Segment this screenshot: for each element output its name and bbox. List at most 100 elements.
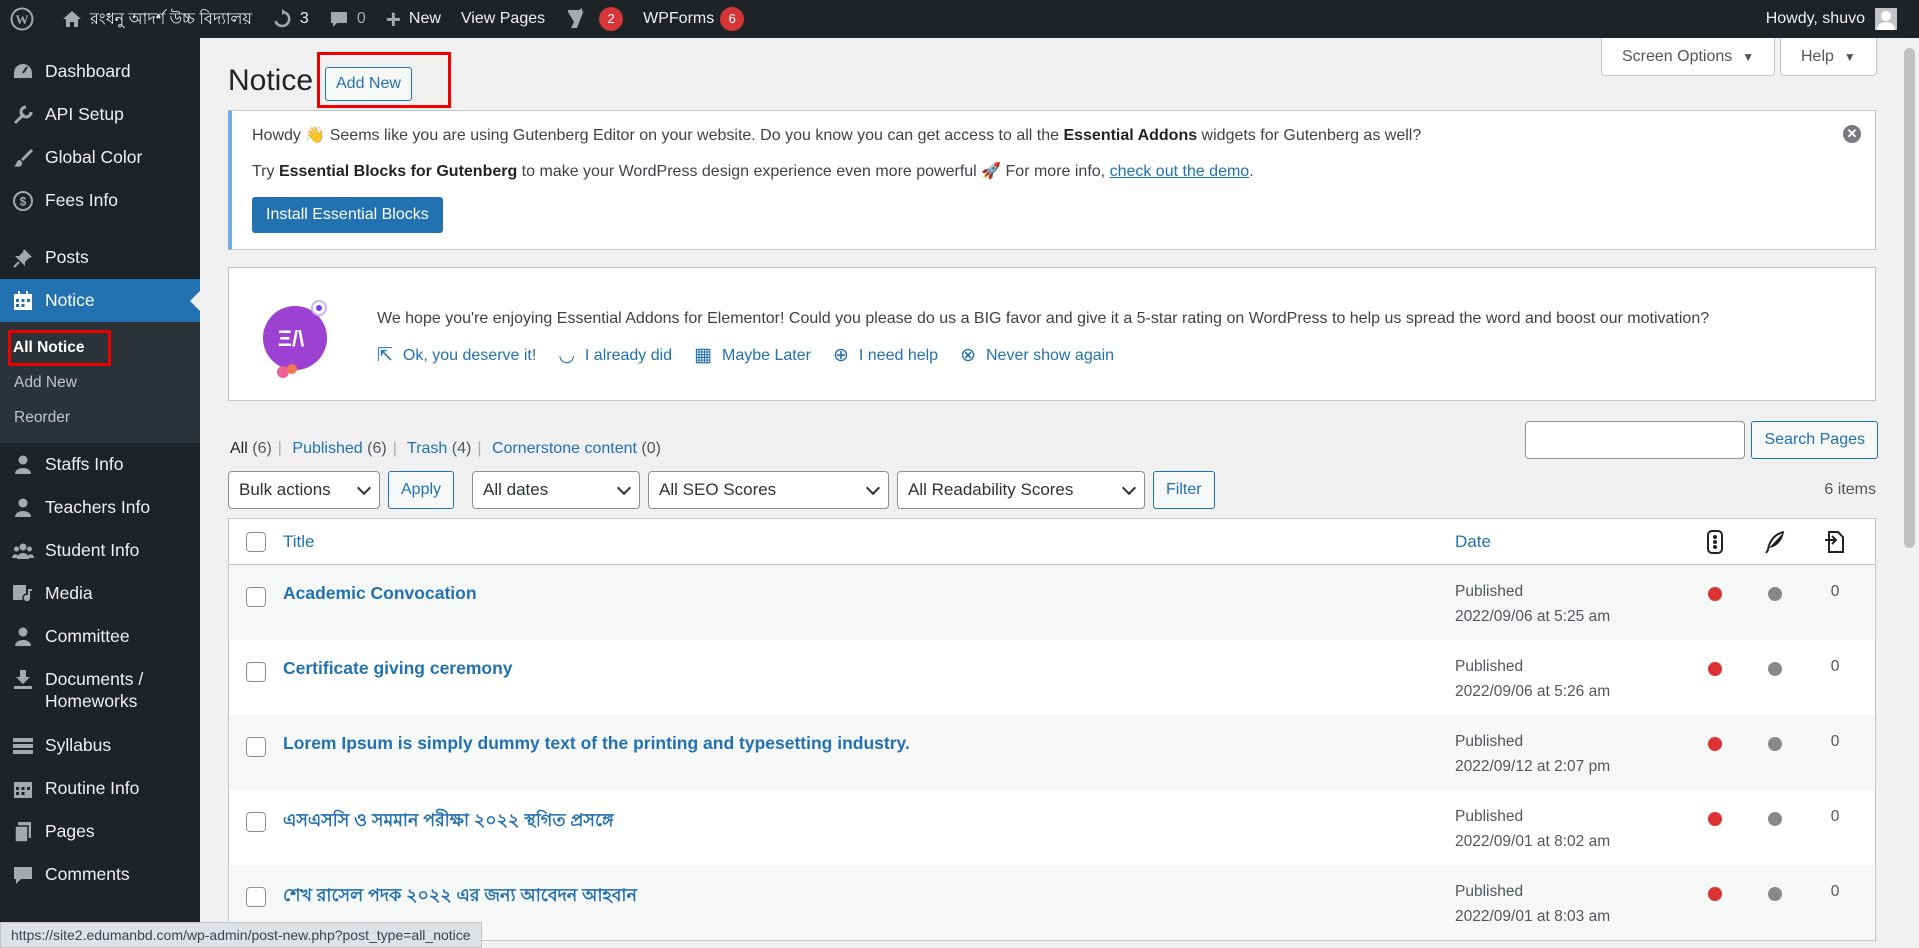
view-cornerstone[interactable]: Cornerstone content (0) (492, 440, 661, 457)
row-checkbox[interactable] (246, 587, 266, 607)
pin-icon (12, 247, 34, 269)
dismiss-icon[interactable]: ✕ (1843, 125, 1861, 143)
scrollbar-thumb[interactable] (1904, 48, 1915, 548)
updates-link[interactable]: 3 (262, 0, 319, 38)
install-essential-blocks-button[interactable]: Install Essential Blocks (252, 197, 443, 233)
row-checkbox[interactable] (246, 662, 266, 682)
search-pages-button[interactable]: Search Pages (1751, 421, 1878, 459)
search-input[interactable] (1525, 421, 1746, 459)
screen-options-button[interactable]: Screen Options ▼ (1601, 38, 1776, 76)
site-name-link[interactable]: রংধনু আদর্শ উচ্চ বিদ্যালয় (52, 0, 262, 38)
seo-scores-select[interactable]: All SEO Scores (648, 471, 890, 509)
wordpress-logo-menu[interactable]: W (0, 0, 52, 38)
post-title-link[interactable]: Certificate giving ceremony (283, 658, 513, 678)
comments-link[interactable]: 0 (319, 0, 376, 38)
bulk-actions-select[interactable]: Bulk actions (228, 471, 380, 509)
readability-column-header[interactable] (1745, 530, 1805, 554)
view-published[interactable]: Published (6) (292, 440, 386, 457)
need-help-link[interactable]: ⊕ I need help (833, 344, 938, 367)
menu-item-student-info[interactable]: Student Info (0, 529, 200, 572)
page-scrollbar[interactable] (1900, 38, 1919, 948)
post-date: 2022/09/01 at 8:02 am (1455, 833, 1611, 850)
menu-label: Teachers Info (45, 497, 151, 517)
help-tab[interactable]: Help ▼ (1780, 38, 1877, 76)
home-icon (62, 9, 82, 29)
posts-table: Title Date Academic Convocation Publishe… (228, 518, 1876, 941)
never-show-link[interactable]: ⊗ Never show again (960, 344, 1114, 367)
menu-item-routine-info[interactable]: Routine Info (0, 767, 200, 810)
maybe-later-link[interactable]: ▦ Maybe Later (694, 344, 811, 367)
menu-item-dashboard[interactable]: Dashboard (0, 50, 200, 93)
menu-item-syllabus[interactable]: Syllabus (0, 724, 200, 767)
links-count: 0 (1830, 583, 1840, 600)
ok-deserve-link[interactable]: ⇱ Ok, you deserve it! (377, 344, 536, 367)
row-checkbox[interactable] (246, 737, 266, 757)
wpforms-menu[interactable]: WPForms 6 (633, 0, 754, 38)
title-column-header[interactable]: Title (283, 532, 315, 551)
dates-filter-select[interactable]: All dates (472, 471, 641, 509)
menu-label: Routine Info (45, 778, 140, 798)
seo-score-column-header[interactable] (1685, 529, 1745, 554)
menu-item-teachers-info[interactable]: Teachers Info (0, 486, 200, 529)
submenu-add-new[interactable]: Add New (0, 365, 200, 400)
menu-label: Posts (45, 247, 89, 267)
post-status: Published (1455, 733, 1524, 750)
table-header: Title Date (229, 519, 1875, 565)
view-pages-link[interactable]: View Pages (451, 0, 555, 38)
new-content-link[interactable]: + New (376, 0, 451, 38)
tools-icon (12, 104, 34, 126)
view-label: All (230, 440, 248, 457)
check-demo-link[interactable]: check out the demo (1110, 163, 1250, 180)
menu-item-notice[interactable]: Notice (0, 279, 200, 322)
filter-button[interactable]: Filter (1153, 471, 1215, 509)
post-title-link[interactable]: Lorem Ipsum is simply dummy text of the … (283, 733, 910, 753)
apply-button[interactable]: Apply (388, 471, 455, 509)
post-title-link[interactable]: শেখ রাসেল পদক ২০২২ এর জন্য আবেদন আহবান (283, 885, 637, 905)
wpforms-label: WPForms (643, 10, 715, 27)
notice-text: Howdy 👋 Seems like you are using Gutenbe… (252, 127, 1064, 144)
add-new-button[interactable]: Add New (325, 67, 412, 101)
view-pages-label: View Pages (460, 10, 546, 27)
post-title-link[interactable]: এসএসসি ও সমমান পরীক্ষা ২০২২ স্থগিত প্রসঙ… (283, 810, 614, 830)
date-column-header[interactable]: Date (1455, 532, 1491, 551)
menu-item-documents-homeworks[interactable]: Documents / Homeworks (0, 658, 200, 724)
select-all-checkbox[interactable] (246, 531, 266, 552)
menu-item-global-color[interactable]: Global Color (0, 136, 200, 179)
menu-item-posts[interactable]: Posts (0, 236, 200, 279)
internal-links-icon (1825, 530, 1844, 553)
yoast-menu[interactable]: 2 (555, 0, 633, 38)
row-checkbox[interactable] (246, 887, 266, 907)
submenu-reorder[interactable]: Reorder (0, 400, 200, 435)
menu-item-media[interactable]: Media (0, 572, 200, 615)
menu-item-fees-info[interactable]: $ Fees Info (0, 179, 200, 222)
menu-label: Comments (45, 864, 130, 884)
screen-options-tab[interactable]: Screen Options ▼ (1601, 38, 1776, 76)
smiley-icon: ◡ (558, 345, 575, 366)
seo-score-indicator (1708, 812, 1722, 826)
notice-line-2: Try Essential Blocks for Gutenberg to ma… (252, 161, 1855, 181)
links-column-header[interactable] (1805, 530, 1865, 554)
submenu-all-notice[interactable]: All Notice (0, 329, 200, 366)
view-all[interactable]: All (6) (230, 440, 272, 457)
menu-item-api-setup[interactable]: API Setup (0, 93, 200, 136)
menu-item-comments[interactable]: Comments (0, 853, 200, 896)
menu-label: API Setup (45, 104, 124, 124)
review-text: We hope you're enjoying Essential Addons… (377, 310, 1710, 327)
menu-item-staffs-info[interactable]: Staffs Info (0, 443, 200, 486)
already-did-link[interactable]: ◡ I already did (558, 344, 672, 367)
menu-item-pages[interactable]: Pages (0, 810, 200, 853)
readability-scores-select[interactable]: All Readability Scores (897, 471, 1146, 509)
calendar-icon (12, 290, 34, 312)
readability-indicator (1768, 737, 1782, 751)
notice-text: to make your WordPress design experience… (517, 163, 1110, 180)
notice-text: . (1249, 163, 1254, 180)
view-trash[interactable]: Trash (4) (407, 440, 471, 457)
search-box: Search Pages (1525, 421, 1878, 459)
help-button[interactable]: Help ▼ (1780, 38, 1877, 76)
comments-count: 0 (356, 10, 366, 27)
menu-item-committee[interactable]: Committee (0, 615, 200, 658)
my-account-menu[interactable]: Howdy, shuvo (1766, 8, 1919, 30)
notice-bold: Essential Blocks for Gutenberg (278, 163, 518, 180)
row-checkbox[interactable] (246, 812, 266, 832)
post-title-link[interactable]: Academic Convocation (283, 583, 477, 603)
